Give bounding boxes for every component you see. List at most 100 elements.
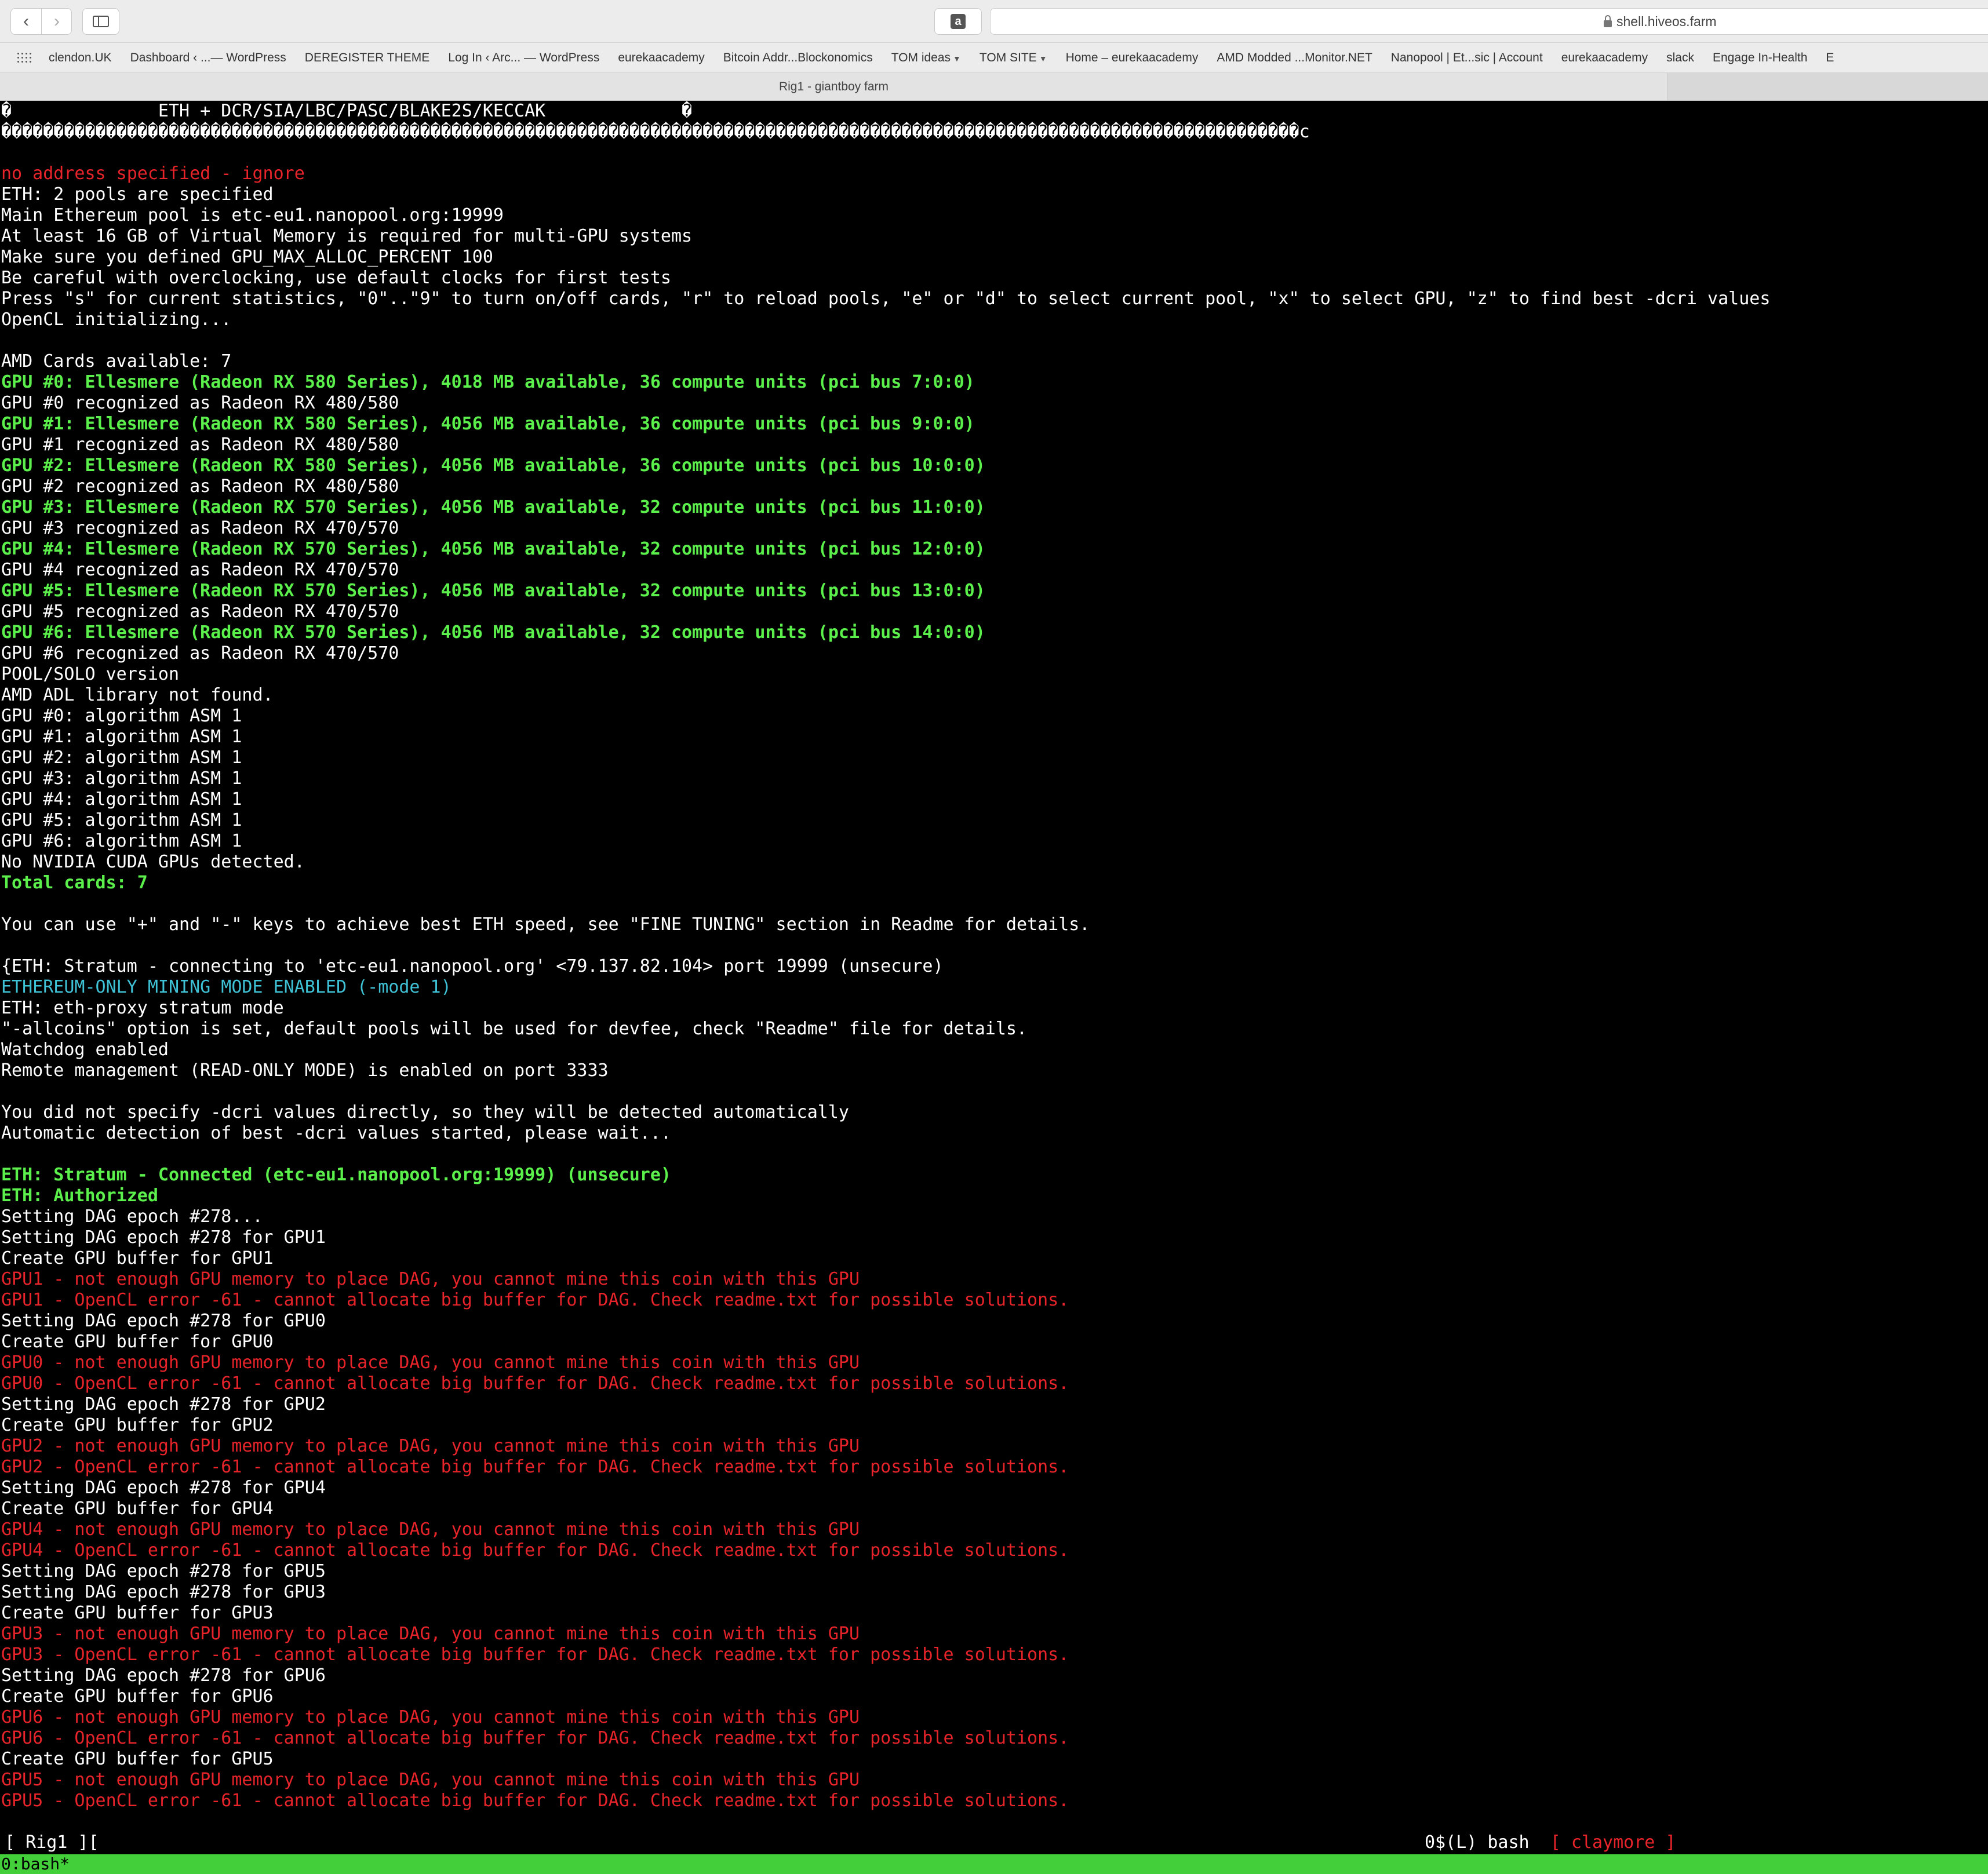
terminal-line: GPU2 - not enough GPU memory to place DA… [1,1436,860,1456]
chevron-right-icon: › [54,12,60,31]
terminal-line: ETH: 2 pools are specified [1,184,274,205]
extension-button[interactable]: a [934,8,982,35]
bookmark-nanopool-account[interactable]: Nanopool | Et...sic | Account [1391,51,1543,65]
terminal-line: GPU1 - OpenCL error -61 - cannot allocat… [1,1290,1069,1310]
terminal-line: GPU #6: algorithm ASM 1 [1,831,242,851]
tab-bar: Rig1 - giantboy farm [0,73,1988,101]
terminal-line: GPU #0: Ellesmere (Radeon RX 580 Series)… [1,372,975,392]
address-bar[interactable]: shell.hiveos.farm [990,8,1988,35]
bookmark-eurekaacademy-2[interactable]: eurekaacademy [1561,51,1648,65]
terminal-line: GPU #5: Ellesmere (Radeon RX 570 Series)… [1,581,985,601]
terminal-line: GPU #1 recognized as Radeon RX 480/580 [1,435,399,455]
terminal-line: Setting DAG epoch #278 for GPU5 [1,1561,326,1581]
back-button[interactable]: ‹ [11,9,42,34]
terminal-line: Create GPU buffer for GPU6 [1,1686,274,1707]
terminal-line: GPU #4: Ellesmere (Radeon RX 570 Series)… [1,539,985,559]
terminal-line: At least 16 GB of Virtual Memory is requ… [1,226,693,246]
bookmarks-bar: clendon.UK Dashboard ‹ ...— WordPress DE… [0,43,1988,73]
terminal-output[interactable]: � ETH + DCR/SIA/LBC/PASC/BLAKE2S/KECCAK … [0,101,1988,1839]
bookmark-label: TOM SITE [979,50,1037,64]
terminal-line: ETH: eth-proxy stratum mode [1,998,284,1018]
terminal-line: GPU #2 recognized as Radeon RX 480/580 [1,476,399,497]
bookmark-eurekaacademy[interactable]: eurekaacademy [618,51,704,65]
status-window-name: [ claymore ] [1550,1832,1676,1853]
address-content: shell.hiveos.farm [1604,9,1717,34]
terminal-line: Setting DAG epoch #278 for GPU2 [1,1394,326,1414]
terminal-line: GPU3 - OpenCL error -61 - cannot allocat… [1,1645,1069,1665]
bookmark-blockonomics[interactable]: Bitcoin Addr...Blockonomics [723,51,873,65]
terminal-line: Main Ethereum pool is etc-eu1.nanopool.o… [1,205,504,225]
terminal-line: Setting DAG epoch #278 for GPU1 [1,1227,326,1248]
bookmark-folder-tom-ideas[interactable]: TOM ideas ▼ [891,51,961,65]
terminal-line: GPU4 - OpenCL error -61 - cannot allocat… [1,1540,1069,1561]
lock-icon [1604,15,1612,27]
terminal-line: AMD Cards available: 7 [1,351,232,371]
terminal-line: GPU #6: Ellesmere (Radeon RX 570 Series)… [1,622,985,643]
terminal-line: GPU #3 recognized as Radeon RX 470/570 [1,518,399,538]
sidebar-icon [93,16,109,27]
bookmark-amd-modded-monitor[interactable]: AMD Modded ...Monitor.NET [1217,51,1372,65]
terminal-line: GPU #4 recognized as Radeon RX 470/570 [1,560,399,580]
terminal-line: ETH: Stratum - Connected (etc-eu1.nanopo… [1,1165,671,1185]
address-text: shell.hiveos.farm [1616,13,1717,29]
bookmark-folder-tom-site[interactable]: TOM SITE ▼ [980,51,1047,65]
terminal-line: Create GPU buffer for GPU0 [1,1332,274,1352]
chevron-down-icon: ▼ [953,53,961,63]
terminal-line: {ETH: Stratum - connecting to 'etc-eu1.n… [1,956,944,976]
terminal-line: Setting DAG epoch #278... [1,1206,263,1227]
terminal-line: no address specified - ignore [1,163,305,184]
terminal-line: GPU #5 recognized as Radeon RX 470/570 [1,601,399,622]
terminal-line: Setting DAG epoch #278 for GPU6 [1,1665,326,1686]
grid-icon[interactable] [17,52,31,63]
terminal-line: GPU6 - not enough GPU memory to place DA… [1,1707,860,1727]
terminal-line: Create GPU buffer for GPU4 [1,1499,274,1519]
tab-title: Rig1 - giantboy farm [778,79,889,93]
terminal-line: GPU #1: algorithm ASM 1 [1,727,242,747]
chevron-left-icon: ‹ [23,12,29,31]
terminal-line: GPU #4: algorithm ASM 1 [1,789,242,810]
terminal-line: GPU #0 recognized as Radeon RX 480/580 [1,393,399,413]
sidebar-toggle-button[interactable] [82,8,119,35]
chevron-down-icon: ▼ [1039,53,1047,63]
tmux-window-bar: 0:bash* [0,1854,1988,1874]
terminal-line: GPU5 - not enough GPU memory to place DA… [1,1770,860,1790]
terminal-line: ETHEREUM-ONLY MINING MODE ENABLED (-mode… [1,977,452,997]
status-session: [ Rig1 ][ [5,1832,99,1853]
terminal-line: GPU6 - OpenCL error -61 - cannot allocat… [1,1728,1069,1748]
terminal-line: GPU #3: Ellesmere (Radeon RX 570 Series)… [1,497,985,517]
forward-button[interactable]: › [42,9,71,34]
terminal-line: "-allcoins" option is set, default pools… [1,1019,1028,1039]
terminal-line: GPU #3: algorithm ASM 1 [1,768,242,789]
browser-toolbar: ‹ › a shell.hiveos.farm [0,0,1988,43]
status-right: 0$(L) bash [ claymore ] [1425,1831,1676,1854]
tab-rig1[interactable]: Rig1 - giantboy farm [0,73,1668,100]
terminal-line: Make sure you defined GPU_MAX_ALLOC_PERC… [1,247,493,267]
bookmark-label: TOM ideas [891,50,951,64]
bookmark-slack[interactable]: slack [1666,51,1694,65]
bookmark-log-in-wordpress[interactable]: Log In ‹ Arc... — WordPress [448,51,599,65]
terminal-line: GPU #6 recognized as Radeon RX 470/570 [1,643,399,663]
terminal-line: Setting DAG epoch #278 for GPU3 [1,1582,326,1602]
browser-window: ‹ › a shell.hiveos.farm clendon.UK Dashb… [0,0,1988,1874]
tmux-status-line: [ Rig1 ][ 0$(L) bash [ claymore ] [0,1831,1988,1854]
terminal-line: GPU #2: Ellesmere (Radeon RX 580 Series)… [1,455,985,476]
bookmark-engage-in-health[interactable]: Engage In-Health [1713,51,1807,65]
bookmark-overflow[interactable]: E [1826,51,1834,65]
terminal-line: GPU3 - not enough GPU memory to place DA… [1,1624,860,1644]
nav-button-group: ‹ › [10,8,72,35]
terminal-line: AMD ADL library not found. [1,685,274,705]
terminal-line: Create GPU buffer for GPU5 [1,1749,274,1769]
tmux-window-tab[interactable]: 0:bash* [1,1854,70,1874]
bookmark-clendon-uk[interactable]: clendon.UK [49,51,112,65]
bookmark-dashboard-wordpress[interactable]: Dashboard ‹ ...— WordPress [130,51,286,65]
bookmark-home-eurekaacademy[interactable]: Home – eurekaacademy [1066,51,1199,65]
terminal-line: Total cards: 7 [1,873,148,893]
bookmark-deregister-theme[interactable]: DEREGISTER THEME [305,51,429,65]
terminal-line: GPU5 - OpenCL error -61 - cannot allocat… [1,1791,1069,1811]
terminal-line: OpenCL initializing... [1,309,232,330]
terminal-line: GPU0 - not enough GPU memory to place DA… [1,1352,860,1373]
terminal-line: GPU0 - OpenCL error -61 - cannot allocat… [1,1373,1069,1394]
